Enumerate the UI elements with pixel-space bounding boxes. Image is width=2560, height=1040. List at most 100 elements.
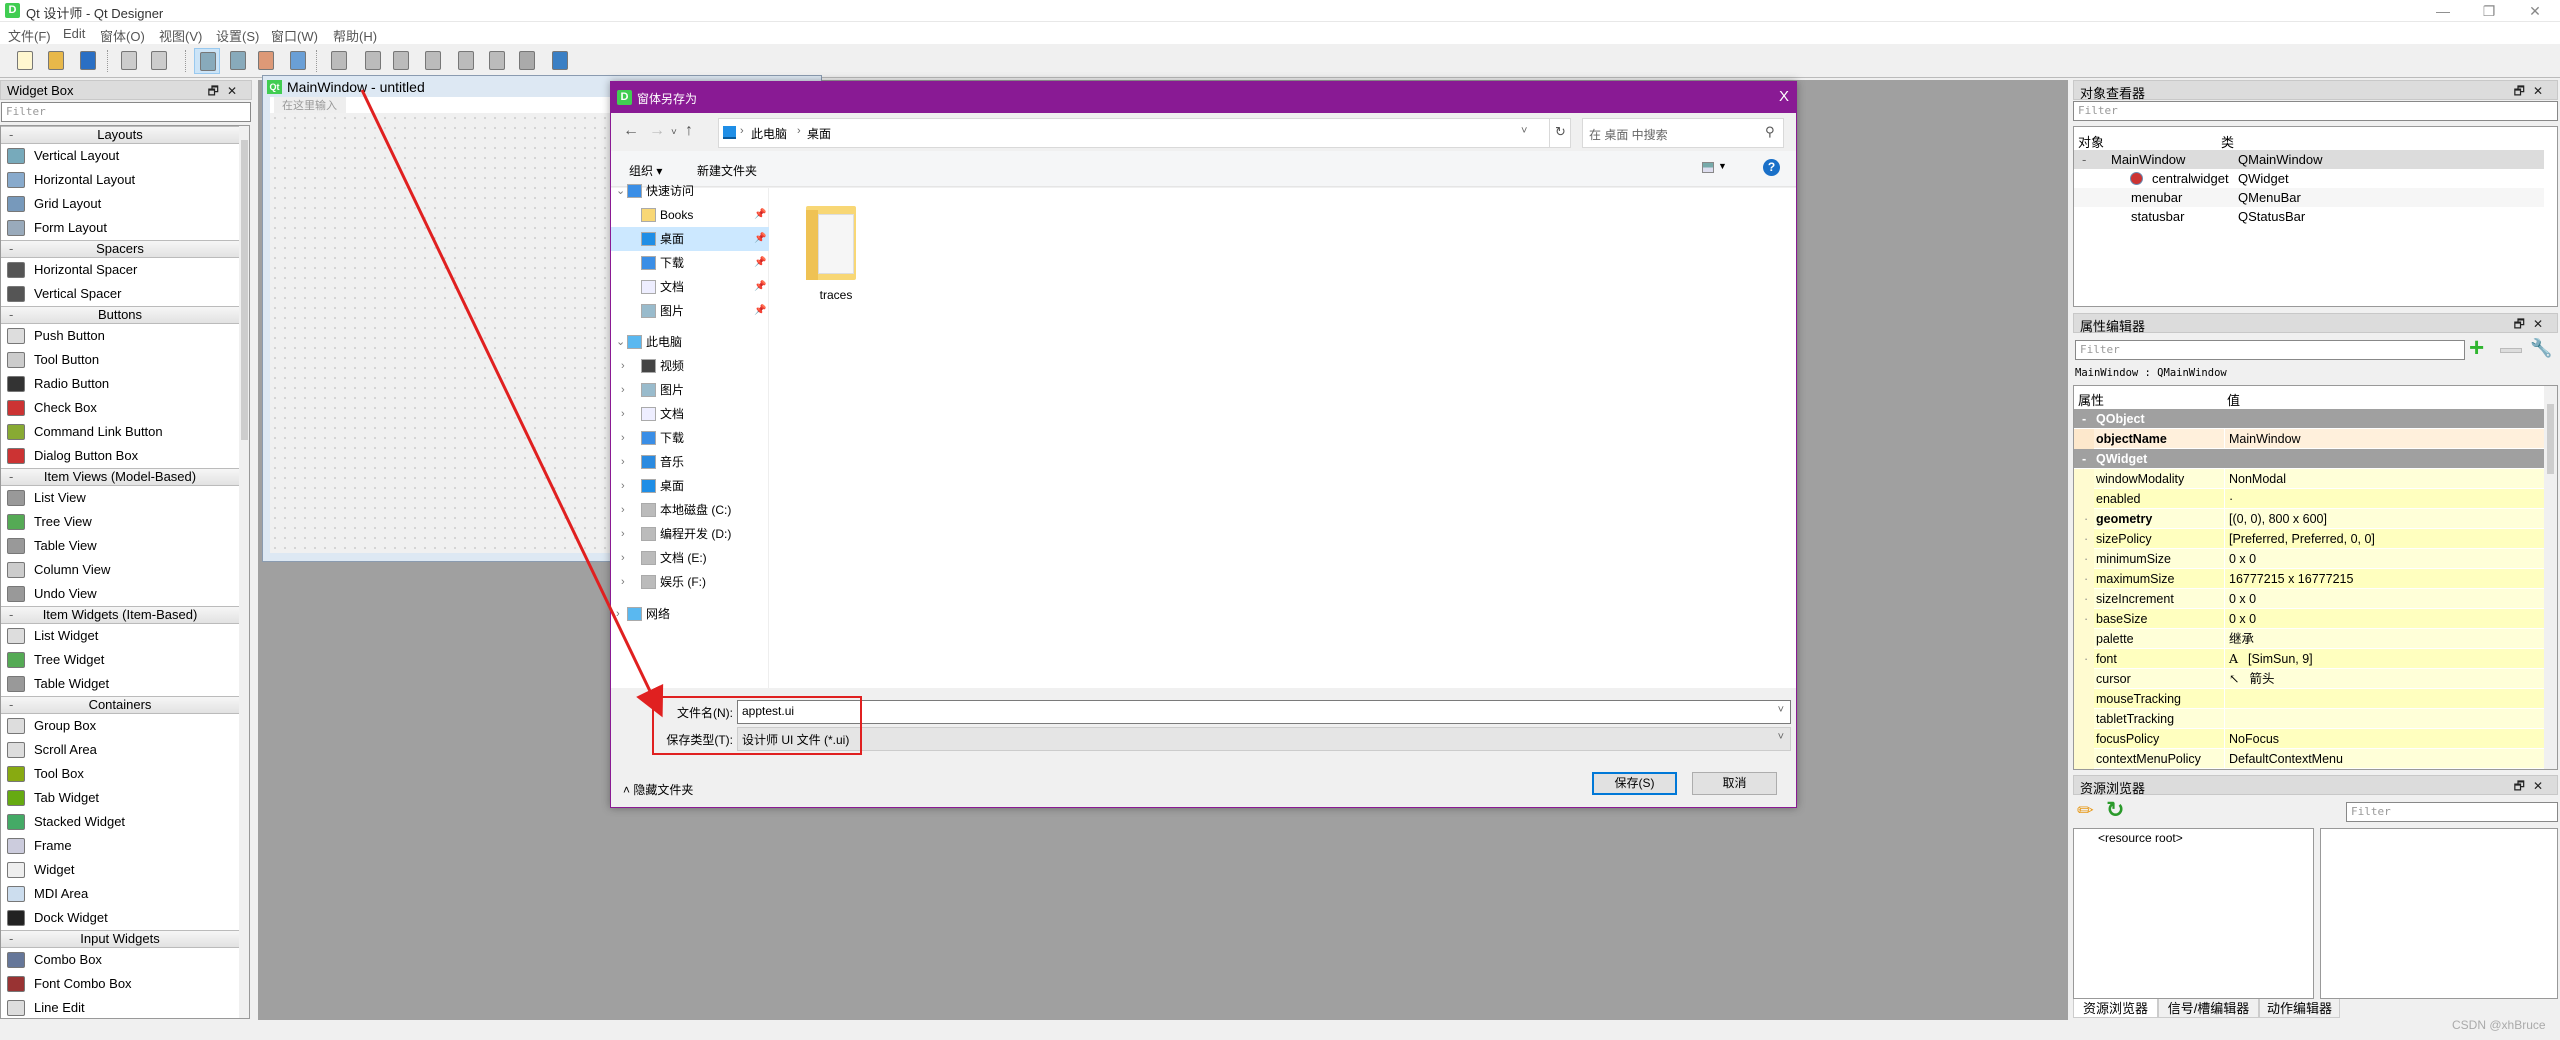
dock-float-close-buttons[interactable]: 🗗✕ [2514,777,2551,798]
column-header-property: 属性 [2078,393,2105,408]
edit-resources-icon[interactable]: ✏ [2077,798,2094,823]
object-row[interactable]: menubar QMenuBar [2074,188,2544,207]
property-name: focusPolicy [2096,732,2160,746]
property-table: 属性 值 - QObject objectName MainWindow - QWidge… [2073,385,2558,770]
object-inspector-header: 对象查看器 🗗✕ [2073,80,2558,103]
property-row[interactable]: · font A [SimSun, 9] [2074,649,2544,669]
resource-root[interactable]: <resource root> [2098,831,2183,845]
object-row[interactable]: - MainWindow QMainWindow [2074,150,2544,169]
object-class: QStatusBar [2238,209,2306,224]
property-row[interactable]: · sizeIncrement 0 x 0 [2074,589,2544,609]
property-value[interactable]: A [SimSun, 9] [2224,649,2544,669]
property-name: tabletTracking [2096,712,2175,726]
property-row[interactable]: windowModality NonModal [2074,469,2544,489]
property-value[interactable]: [(0, 0), 800 x 600] [2224,509,2544,529]
property-name: sizePolicy [2096,532,2152,546]
property-row[interactable]: cursor ↖ 箭头 [2074,669,2544,689]
object-class: QMainWindow [2238,152,2323,167]
resource-list [2320,828,2558,999]
collapse-icon[interactable]: - [2082,449,2086,469]
property-name: baseSize [2096,612,2148,626]
property-editor-header: 属性编辑器 🗗✕ [2073,313,2558,336]
value-text: 继承 [2229,632,2255,646]
resource-browser-header: 资源浏览器 🗗✕ [2073,775,2558,798]
property-value[interactable]: 0 x 0 [2224,609,2544,629]
column-header-value: 值 [2227,393,2241,408]
property-row[interactable]: · maximumSize 16777215 x 16777215 [2074,569,2544,589]
dock-float-close-buttons[interactable]: 🗗✕ [2514,315,2551,336]
tab-action-editor[interactable]: 动作编辑器 [2259,999,2340,1018]
tab-resource-browser[interactable]: 资源浏览器 [2073,999,2158,1018]
wrench-icon[interactable]: 🔧 [2530,338,2552,359]
object-row[interactable]: statusbar QStatusBar [2074,207,2544,226]
dock-tabs: 资源浏览器 信号/槽编辑器 动作编辑器 [2073,999,2373,1019]
property-value[interactable]: ↖ 箭头 [2224,669,2544,689]
property-group[interactable]: - QWidget [2074,449,2544,469]
property-value[interactable] [2224,689,2544,709]
property-row[interactable]: focusPolicy NoFocus [2074,729,2544,749]
reload-icon[interactable]: ↻ [2106,797,2124,823]
group-label: QObject [2096,412,2145,426]
property-filter[interactable]: Filter [2075,340,2465,360]
property-value[interactable] [2224,709,2544,729]
group-label: QWidget [2096,452,2148,466]
value-text: NoFocus [2229,732,2280,746]
watermark: CSDN @xhBruce [2452,1018,2546,1032]
property-value[interactable]: [Preferred, Preferred, 0, 0] [2224,529,2544,549]
tab-signal-slot-editor[interactable]: 信号/槽编辑器 [2158,999,2259,1018]
value-text: [SimSun, 9] [2248,652,2313,666]
property-value[interactable]: 0 x 0 [2224,589,2544,609]
property-row[interactable]: contextMenuPolicy DefaultContextMenu [2074,749,2544,769]
property-value[interactable]: NonModal [2224,469,2544,489]
value-text: DefaultContextMenu [2229,752,2343,766]
remove-property-icon[interactable] [2500,348,2522,353]
value-text: 箭头 [2249,672,2275,686]
property-name: sizeIncrement [2096,592,2174,606]
property-value[interactable]: · [2224,489,2544,509]
object-tree: 对象 类 - MainWindow QMainWindow centralwidget… [2073,126,2558,307]
property-group[interactable]: - QObject [2074,409,2544,429]
property-row[interactable]: · minimumSize 0 x 0 [2074,549,2544,569]
column-header-class: 类 [2221,135,2235,150]
property-name: contextMenuPolicy [2096,752,2201,766]
add-dynamic-property-icon[interactable]: + [2469,334,2484,360]
value-text: MainWindow [2229,432,2301,446]
property-row[interactable]: · sizePolicy [Preferred, Preferred, 0, 0] [2074,529,2544,549]
property-row[interactable]: · geometry [(0, 0), 800 x 600] [2074,509,2544,529]
object-filter[interactable]: Filter [2073,101,2558,121]
property-name: palette [2096,632,2134,646]
property-value[interactable]: 16777215 x 16777215 [2224,569,2544,589]
resource-tree: <resource root> [2073,828,2314,999]
property-value[interactable]: 0 x 0 [2224,549,2544,569]
column-header-object: 对象 [2078,135,2105,150]
property-value[interactable]: 继承 [2224,629,2544,649]
value-text: 0 x 0 [2229,592,2257,606]
property-row[interactable]: objectName MainWindow [2074,429,2544,449]
object-inspector-title: 对象查看器 [2080,86,2146,101]
object-name: menubar [2131,190,2183,205]
property-row[interactable]: palette 继承 [2074,629,2544,649]
object-row[interactable]: centralwidget QWidget [2074,169,2544,188]
cursor-arrow-icon: ↖ [2229,671,2240,686]
property-name: enabled [2096,492,2141,506]
property-row[interactable]: tabletTracking [2074,709,2544,729]
property-value[interactable]: NoFocus [2224,729,2544,749]
resource-filter[interactable]: Filter [2346,802,2558,822]
value-text: · [2229,492,2234,506]
dock-float-close-buttons[interactable]: 🗗✕ [2514,82,2551,103]
object-class: QWidget [2238,171,2289,186]
property-row[interactable]: mouseTracking [2074,689,2544,709]
collapse-icon[interactable]: - [2082,409,2086,429]
object-name: MainWindow [2111,152,2186,167]
property-editor-title: 属性编辑器 [2080,319,2146,334]
property-name: geometry [2096,512,2153,526]
property-value[interactable]: DefaultContextMenu [2224,749,2544,769]
collapse-icon[interactable]: - [2082,150,2086,169]
resource-browser-title: 资源浏览器 [2080,781,2146,796]
property-context: MainWindow : QMainWindow [2075,367,2227,379]
property-value[interactable]: MainWindow [2224,429,2544,449]
property-row[interactable]: · baseSize 0 x 0 [2074,609,2544,629]
property-scrollbar[interactable] [2544,386,2557,769]
property-row[interactable]: enabled · [2074,489,2544,509]
layout-broken-icon [2130,172,2143,185]
